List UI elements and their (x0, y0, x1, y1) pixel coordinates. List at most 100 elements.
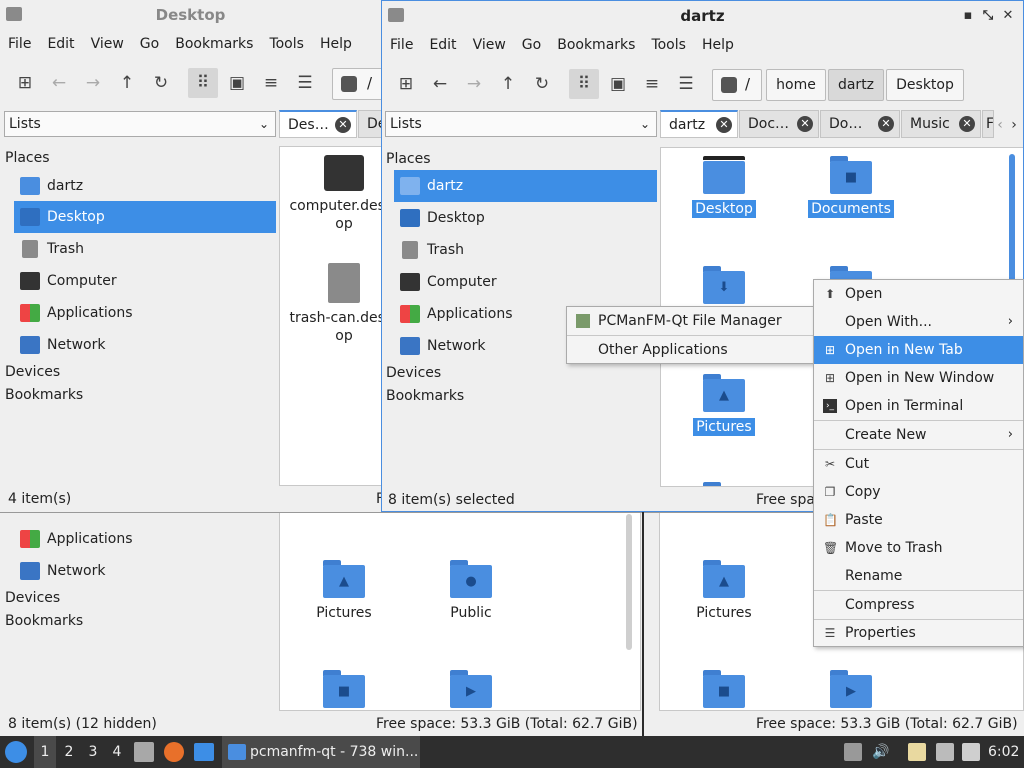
sidebar-item-network[interactable]: Network (14, 555, 276, 587)
network-tray-icon[interactable] (936, 743, 954, 761)
path-bar[interactable]: / (712, 69, 762, 101)
sidebar-item-applications[interactable]: Applications (14, 523, 276, 555)
close-icon[interactable]: ✕ (878, 116, 894, 132)
menu-item-open-with[interactable]: Open With... › (814, 308, 1023, 336)
sidebar-item-trash[interactable]: Trash (394, 234, 657, 266)
menu-item-open[interactable]: ⬆ Open (814, 280, 1023, 308)
side-pane-mode-select[interactable]: Lists ⌄ (385, 111, 657, 137)
menu-item-create-new[interactable]: Create New › (814, 421, 1023, 449)
menu-file[interactable]: File (382, 31, 421, 59)
restore-icon[interactable]: ⤡ (980, 1, 996, 31)
path-bar[interactable]: / (332, 68, 381, 100)
menu-go[interactable]: Go (514, 31, 549, 59)
sidebar-item-computer[interactable]: Computer (394, 266, 657, 298)
clipboard-icon[interactable] (908, 743, 926, 761)
menu-item-cut[interactable]: ✂ Cut (814, 450, 1023, 478)
folder-pictures[interactable]: ▲ Pictures (664, 560, 784, 622)
title-bar[interactable]: dartz ▪ ⤡ ✕ (382, 1, 1023, 31)
sidebar-item-desktop[interactable]: Desktop (394, 202, 657, 234)
tab-second[interactable]: De (358, 110, 381, 138)
menu-tools[interactable]: Tools (261, 30, 312, 58)
compact-view-icon[interactable]: ≡ (637, 69, 667, 99)
menu-view[interactable]: View (465, 31, 514, 59)
folder-videos[interactable]: ▶ (791, 670, 911, 708)
folder-videos[interactable]: ▶ (411, 670, 531, 708)
breadcrumb-desktop[interactable]: Desktop (886, 69, 964, 101)
sidebar-bookmarks[interactable]: Bookmarks (386, 385, 464, 407)
thumbnail-view-icon[interactable]: ▣ (603, 69, 633, 99)
scrollbar[interactable] (1009, 154, 1015, 284)
search-icon[interactable] (721, 77, 737, 93)
tab-documents-2[interactable]: Do… ✕ (820, 110, 900, 138)
menu-item-properties[interactable]: ☰ Properties (814, 619, 1023, 647)
sidebar-bookmarks[interactable]: Bookmarks (5, 384, 83, 406)
menu-tools[interactable]: Tools (643, 31, 694, 59)
notification-icon[interactable] (962, 743, 980, 761)
sidebar-devices[interactable]: Devices (5, 587, 60, 609)
folder-downloads[interactable]: ⬇ (664, 266, 784, 304)
taskbar-task-pcmanfm[interactable]: pcmanfm-qt - 738 win... (222, 736, 420, 768)
new-tab-icon[interactable]: ⊞ (391, 69, 421, 99)
compact-view-icon[interactable]: ≡ (256, 68, 286, 98)
scrollbar[interactable] (626, 514, 632, 650)
close-icon[interactable]: ✕ (335, 117, 351, 133)
sidebar-devices[interactable]: Devices (386, 362, 441, 384)
workspace-3[interactable]: 3 (82, 736, 104, 768)
menu-item-open-in-terminal[interactable]: ›_ Open in Terminal (814, 392, 1023, 420)
file-manager-launcher-icon[interactable] (134, 742, 154, 762)
sidebar-places[interactable]: Places (5, 147, 50, 169)
close-icon[interactable]: ✕ (797, 116, 813, 132)
detail-view-icon[interactable]: ☰ (290, 68, 320, 98)
close-icon[interactable]: ✕ (1000, 1, 1016, 31)
title-bar[interactable]: Desktop (0, 0, 381, 30)
file-computer-desktop[interactable]: computer.desktop (284, 155, 381, 233)
menu-bookmarks[interactable]: Bookmarks (549, 31, 643, 59)
menu-item-copy[interactable]: ❐ Copy (814, 478, 1023, 506)
breadcrumb-home[interactable]: home (766, 69, 826, 101)
menu-item-paste[interactable]: 📋 Paste (814, 506, 1023, 534)
desktop-launcher-icon[interactable] (194, 743, 214, 761)
tab-music[interactable]: Music ✕ (901, 110, 981, 138)
back-file-view[interactable]: ▲ Pictures ● Public ■ ▶ (279, 513, 641, 711)
folder-public[interactable]: ● Public (411, 560, 531, 622)
detail-view-icon[interactable]: ☰ (671, 69, 701, 99)
folder-documents[interactable]: ■ Documents (791, 156, 911, 218)
menu-view[interactable]: View (83, 30, 132, 58)
start-menu-icon[interactable] (5, 741, 27, 763)
folder-pictures[interactable]: ▲ Pictures (284, 560, 404, 622)
menu-help[interactable]: Help (694, 31, 742, 59)
breadcrumb-dartz[interactable]: dartz (828, 69, 884, 101)
menu-edit[interactable]: Edit (39, 30, 82, 58)
sidebar-item-network[interactable]: Network (14, 329, 276, 361)
icon-view-icon[interactable]: ⠿ (188, 68, 218, 98)
workspace-1[interactable]: 1 (34, 736, 56, 768)
side-pane-mode-select[interactable]: Lists ⌄ (4, 111, 276, 137)
menu-edit[interactable]: Edit (421, 31, 464, 59)
sidebar-devices[interactable]: Devices (5, 361, 60, 383)
sidebar-item-trash[interactable]: Trash (14, 233, 276, 265)
menu-help[interactable]: Help (312, 30, 360, 58)
new-tab-icon[interactable]: ⊞ (10, 68, 40, 98)
close-icon[interactable]: ✕ (959, 116, 975, 132)
menu-go[interactable]: Go (132, 30, 167, 58)
folder-documents[interactable]: ■ (284, 670, 404, 708)
sidebar-item-applications[interactable]: Applications (14, 297, 276, 329)
workspace-4[interactable]: 4 (106, 736, 128, 768)
sidebar-item-desktop[interactable]: Desktop (14, 201, 276, 233)
search-icon[interactable] (341, 76, 357, 92)
sidebar-item-computer[interactable]: Computer (14, 265, 276, 297)
firefox-icon[interactable] (164, 742, 184, 762)
folder-pictures[interactable]: ▲ Pictures (664, 374, 784, 436)
open-with-pcmanfm[interactable]: PCManFM-Qt File Manager (567, 307, 813, 335)
thumbnail-view-icon[interactable]: ▣ (222, 68, 252, 98)
close-icon[interactable]: ✕ (716, 117, 732, 133)
up-icon[interactable]: ↑ (493, 69, 523, 99)
folder-documents[interactable]: ■ (664, 670, 784, 708)
back-icon[interactable]: ← (44, 68, 74, 98)
minimize-icon[interactable]: ▪ (960, 1, 976, 31)
menu-item-open-in-new-tab[interactable]: ⊞ Open in New Tab (814, 336, 1023, 364)
sidebar-bookmarks[interactable]: Bookmarks (5, 610, 83, 632)
tab-documents-1[interactable]: Doc… ✕ (739, 110, 819, 138)
workspace-2[interactable]: 2 (58, 736, 80, 768)
folder-desktop[interactable]: Desktop (664, 156, 784, 218)
